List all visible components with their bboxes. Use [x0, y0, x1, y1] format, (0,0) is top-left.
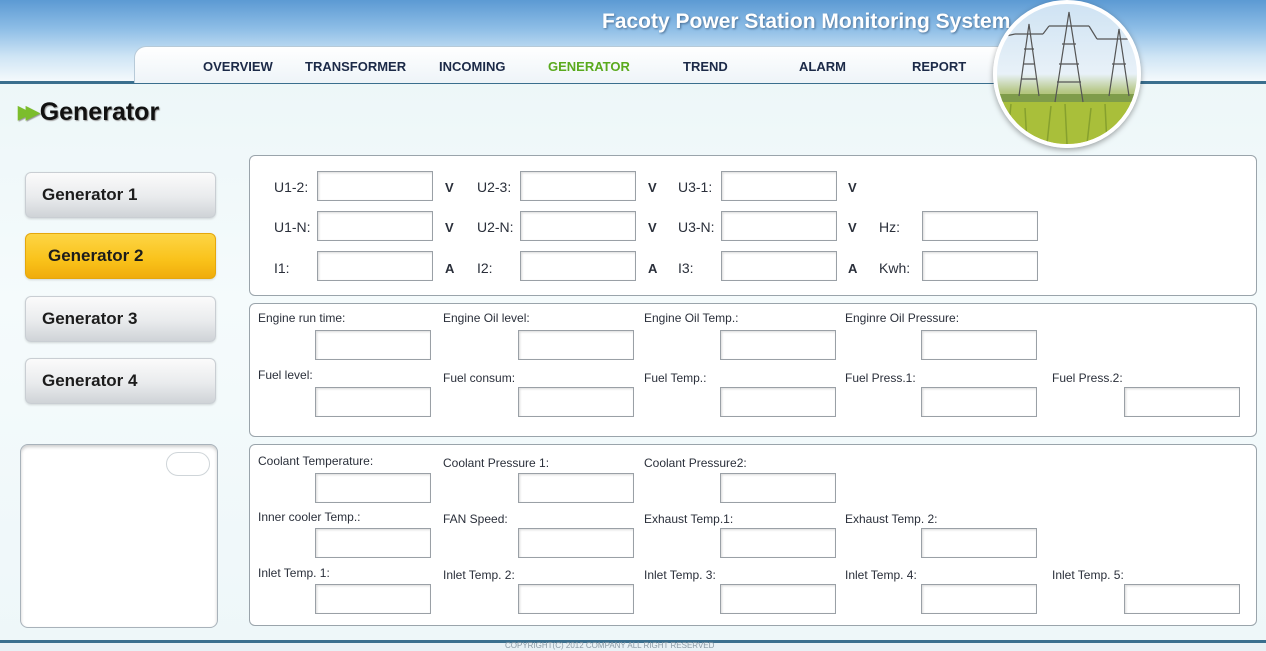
inlet-temp3-label: Inlet Temp. 3: [644, 568, 716, 582]
engine-oil-temp-label: Engine Oil Temp.: [644, 311, 739, 325]
nav-trend[interactable]: TREND [683, 59, 728, 74]
app-title: Facoty Power Station Monitoring System [602, 10, 1011, 33]
inner-cooler-temp-field[interactable] [315, 528, 431, 558]
generator-2-button[interactable]: Generator 2 [25, 233, 216, 279]
u31-label: U3-1: [678, 179, 713, 195]
engine-oil-temp-field[interactable] [720, 330, 836, 360]
generator-1-button[interactable]: Generator 1 [25, 172, 216, 218]
copyright-text: COPYRIGHT(C) 2012 COMPANY ALL RIGHT RESE… [505, 641, 715, 650]
u3n-label: U3-N: [678, 219, 715, 235]
u3n-field[interactable] [721, 211, 837, 241]
page-title: ▶▶ Generator [18, 98, 159, 127]
engine-oil-level-label: Engine Oil level: [443, 311, 530, 325]
coolant-pressure2-label: Coolant Pressure2: [644, 456, 747, 470]
fuel-consum-label: Fuel consum: [443, 371, 516, 385]
fuel-temp-label: Fuel Temp.: [644, 371, 707, 385]
u2n-label: U2-N: [477, 219, 514, 235]
inlet-temp5-field[interactable] [1124, 584, 1240, 614]
inlet-temp3-field[interactable] [720, 584, 836, 614]
u31-unit: V [848, 180, 857, 195]
i2-field[interactable] [520, 251, 636, 281]
kwh-label: Kwh: [879, 260, 911, 276]
nav-alarm[interactable]: ALARM [799, 59, 846, 74]
fuel-consum-field[interactable] [518, 387, 634, 417]
coolant-pressure2-field[interactable] [720, 473, 836, 503]
nav-transformer[interactable]: TRANSFORMER [305, 59, 406, 74]
coolant-pressure1-label: Coolant Pressure 1: [443, 456, 550, 470]
hz-label: Hz: [879, 219, 900, 235]
fuel-level-label: Fuel level: [258, 368, 313, 382]
coolant-temperature-field[interactable] [315, 473, 431, 503]
nav-overview[interactable]: OVERVIEW [203, 59, 273, 74]
i1-field[interactable] [317, 251, 433, 281]
hz-field[interactable] [922, 211, 1038, 241]
fuel-temp-field[interactable] [720, 387, 836, 417]
nav-incoming[interactable]: INCOMING [439, 59, 505, 74]
engine-run-time-field[interactable] [315, 330, 431, 360]
i1-unit: A [445, 261, 455, 276]
inlet-temp5-label: Inlet Temp. 5: [1052, 568, 1124, 582]
i1-label: I1: [274, 260, 290, 276]
coolant-pressure1-field[interactable] [518, 473, 634, 503]
electrical-panel: U1-2: V U2-3: V U3-1: V U1-N: V U2-N: V … [249, 155, 1257, 296]
coolant-temperature-label: Coolant Temperature: [258, 454, 374, 468]
generator-3-button[interactable]: Generator 3 [25, 296, 216, 342]
main-nav: OVERVIEW TRANSFORMER INCOMING GENERATOR … [134, 46, 1036, 83]
inlet-temp4-field[interactable] [921, 584, 1037, 614]
engine-oil-pressure-field[interactable] [921, 330, 1037, 360]
inner-cooler-temp-label: Inner cooler Temp.: [258, 510, 361, 524]
u31-field[interactable] [721, 171, 837, 201]
engine-oil-pressure-label: Enginre Oil Pressure: [845, 311, 960, 325]
u1n-unit: V [445, 220, 454, 235]
fuel-level-field[interactable] [315, 387, 431, 417]
inlet-temp4-label: Inlet Temp. 4: [845, 568, 917, 582]
exhaust-temp1-label: Exhaust Temp.1: [644, 512, 734, 526]
engine-run-time-label: Engine run time: [258, 311, 346, 325]
coolant-panel: Coolant Temperature: Coolant Pressure 1:… [249, 444, 1257, 626]
exhaust-temp2-label: Exhaust Temp. 2: [845, 512, 938, 526]
u23-field[interactable] [520, 171, 636, 201]
power-tower-logo-icon [993, 0, 1141, 148]
page-title-text: Generator [39, 98, 160, 126]
i3-field[interactable] [721, 251, 837, 281]
inlet-temp1-field[interactable] [315, 584, 431, 614]
u23-unit: V [648, 180, 657, 195]
panel-toggle[interactable] [166, 452, 210, 476]
i2-unit: A [648, 261, 658, 276]
fan-speed-field[interactable] [518, 528, 634, 558]
fuel-press2-label: Fuel Press.2: [1052, 371, 1123, 385]
inlet-temp2-field[interactable] [518, 584, 634, 614]
fuel-press2-field[interactable] [1124, 387, 1240, 417]
fuel-press1-label: Fuel Press.1: [845, 371, 916, 385]
u12-unit: V [445, 180, 454, 195]
engine-fuel-panel: Engine run time: Engine Oil level: Engin… [249, 303, 1257, 437]
u2n-unit: V [648, 220, 657, 235]
u23-label: U2-3: [477, 179, 512, 195]
u12-field[interactable] [317, 171, 433, 201]
exhaust-temp1-field[interactable] [720, 528, 836, 558]
side-info-panel [20, 444, 218, 628]
i2-label: I2: [477, 260, 493, 276]
generator-4-button[interactable]: Generator 4 [25, 358, 216, 404]
inlet-temp1-label: Inlet Temp. 1: [258, 566, 330, 580]
kwh-field[interactable] [922, 251, 1038, 281]
nav-report[interactable]: REPORT [912, 59, 966, 74]
exhaust-temp2-field[interactable] [921, 528, 1037, 558]
inlet-temp2-label: Inlet Temp. 2: [443, 568, 515, 582]
fuel-press1-field[interactable] [921, 387, 1037, 417]
u12-label: U1-2: [274, 179, 309, 195]
u1n-field[interactable] [317, 211, 433, 241]
i3-label: I3: [678, 260, 694, 276]
u1n-label: U1-N: [274, 219, 311, 235]
u2n-field[interactable] [520, 211, 636, 241]
nav-generator[interactable]: GENERATOR [548, 59, 630, 74]
i3-unit: A [848, 261, 858, 276]
fan-speed-label: FAN Speed: [443, 512, 508, 526]
double-arrow-icon: ▶▶ [18, 102, 40, 122]
u3n-unit: V [848, 220, 857, 235]
engine-oil-level-field[interactable] [518, 330, 634, 360]
